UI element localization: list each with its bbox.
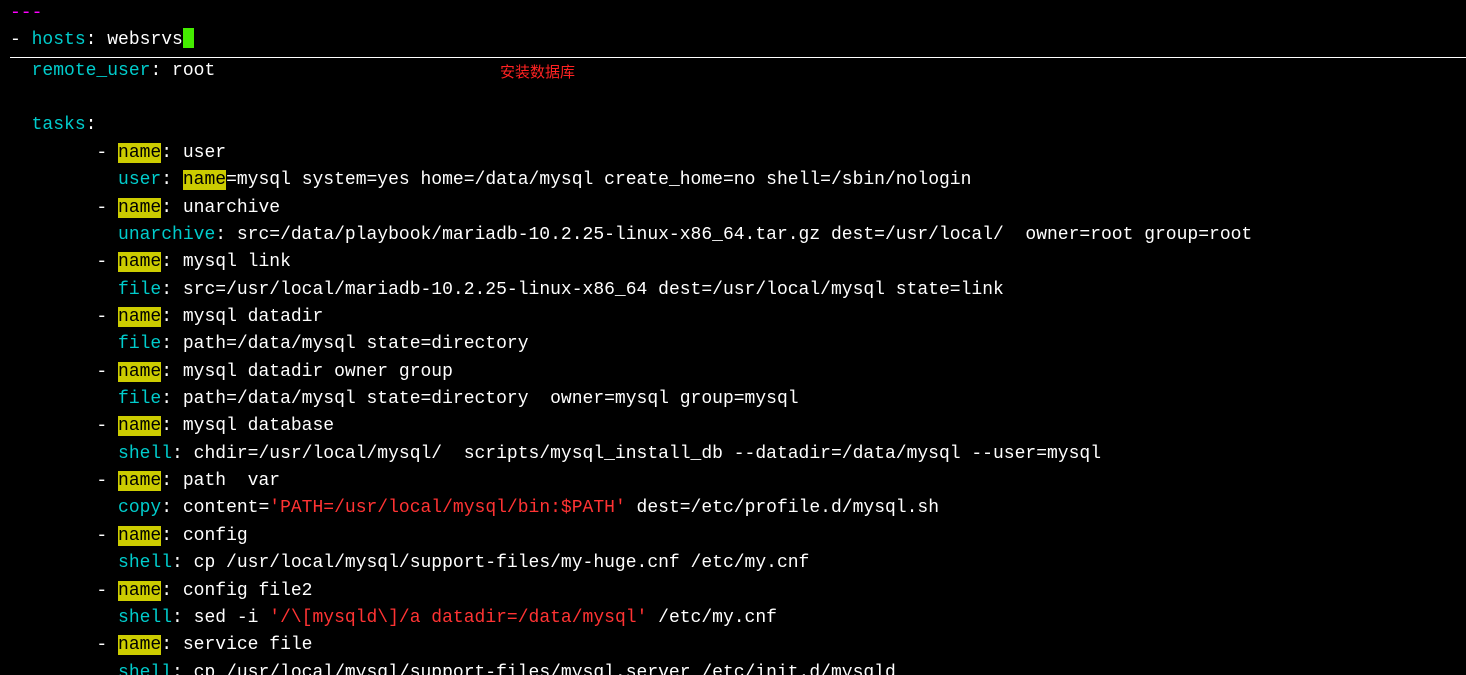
module-args: path=/data/mysql state=directory	[183, 334, 529, 354]
tasks-line: tasks:	[10, 112, 1466, 139]
module-args-string: '/\[mysqld\]/a datadir=/data/mysql'	[269, 608, 647, 628]
task-name-line: - name: user	[10, 140, 1466, 167]
cursor	[183, 28, 194, 48]
task-module-line: copy: content='PATH=/usr/local/mysql/bin…	[10, 495, 1466, 522]
module-args: cp /usr/local/mysql/support-files/my-hug…	[194, 553, 810, 573]
module-args: cp /usr/local/mysql/support-files/mysql.…	[194, 663, 896, 675]
module-args-prefix: sed -i	[194, 608, 270, 628]
name-key: name	[118, 252, 161, 272]
module-key: file	[118, 334, 161, 354]
module-key: shell	[118, 444, 172, 464]
name-value: service file	[183, 635, 313, 655]
name-value: mysql datadir owner group	[183, 362, 453, 382]
name-value: config file2	[183, 581, 313, 601]
blank-line	[10, 85, 1466, 112]
name-key: name	[118, 581, 161, 601]
remote-user-value: root	[172, 61, 215, 81]
module-args-suffix: /etc/my.cnf	[647, 608, 777, 628]
name-value: mysql database	[183, 416, 334, 436]
module-args-string: 'PATH=/usr/local/mysql/bin:$PATH'	[269, 498, 625, 518]
module-key: shell	[118, 553, 172, 573]
task-module-line: file: path=/data/mysql state=directory o…	[10, 386, 1466, 413]
task-module-line: shell: chdir=/usr/local/mysql/ scripts/m…	[10, 441, 1466, 468]
task-name-line: - name: service file	[10, 632, 1466, 659]
task-module-line: shell: cp /usr/local/mysql/support-files…	[10, 550, 1466, 577]
task-name-line: - name: mysql database	[10, 413, 1466, 440]
module-arg-key: name	[183, 170, 226, 190]
task-module-line: shell: cp /usr/local/mysql/support-files…	[10, 660, 1466, 675]
name-key: name	[118, 143, 161, 163]
name-value: path var	[183, 471, 280, 491]
name-key: name	[118, 471, 161, 491]
task-module-line: file: path=/data/mysql state=directory	[10, 331, 1466, 358]
name-key: name	[118, 635, 161, 655]
module-args: chdir=/usr/local/mysql/ scripts/mysql_in…	[194, 444, 1101, 464]
yaml-dashes: ---	[10, 3, 42, 23]
task-name-line: - name: unarchive	[10, 195, 1466, 222]
task-name-line: - name: mysql datadir	[10, 304, 1466, 331]
name-value: user	[183, 143, 226, 163]
module-key: unarchive	[118, 225, 215, 245]
name-value: mysql link	[183, 252, 291, 272]
tasks-key: tasks	[32, 115, 86, 135]
remote-user-key: remote_user	[32, 61, 151, 81]
module-args: =mysql system=yes home=/data/mysql creat…	[226, 170, 971, 190]
name-key: name	[118, 526, 161, 546]
yaml-doc-start: ---	[10, 0, 1466, 27]
task-name-line: - name: mysql link	[10, 249, 1466, 276]
module-key: copy	[118, 498, 161, 518]
name-value: mysql datadir	[183, 307, 323, 327]
module-args: src=/usr/local/mariadb-10.2.25-linux-x86…	[183, 280, 1004, 300]
name-value: config	[183, 526, 248, 546]
annotation-label: 安装数据库	[500, 62, 575, 85]
name-value: unarchive	[183, 198, 280, 218]
module-args-suffix: dest=/etc/profile.d/mysql.sh	[626, 498, 939, 518]
editor-screen[interactable]: --- - hosts: websrvs remote_user: root t…	[0, 0, 1466, 675]
name-key: name	[118, 198, 161, 218]
remote-user-line: remote_user: root	[10, 58, 1466, 85]
task-module-line: unarchive: src=/data/playbook/mariadb-10…	[10, 222, 1466, 249]
hosts-line: - hosts: websrvs	[10, 27, 1466, 54]
task-module-line: user: name=mysql system=yes home=/data/m…	[10, 167, 1466, 194]
module-args: path=/data/mysql state=directory owner=m…	[183, 389, 799, 409]
module-key: file	[118, 280, 161, 300]
module-args-prefix: content=	[183, 498, 269, 518]
task-module-line: shell: sed -i '/\[mysqld\]/a datadir=/da…	[10, 605, 1466, 632]
module-key: shell	[118, 663, 172, 675]
task-name-line: - name: path var	[10, 468, 1466, 495]
task-name-line: - name: config	[10, 523, 1466, 550]
name-key: name	[118, 362, 161, 382]
task-name-line: - name: config file2	[10, 578, 1466, 605]
module-args: src=/data/playbook/mariadb-10.2.25-linux…	[237, 225, 1252, 245]
hosts-key: hosts	[32, 30, 86, 50]
task-module-line: file: src=/usr/local/mariadb-10.2.25-lin…	[10, 277, 1466, 304]
module-key: file	[118, 389, 161, 409]
hosts-value: websrvs	[107, 30, 183, 50]
name-key: name	[118, 307, 161, 327]
module-key: user	[118, 170, 161, 190]
task-name-line: - name: mysql datadir owner group	[10, 359, 1466, 386]
module-key: shell	[118, 608, 172, 628]
name-key: name	[118, 416, 161, 436]
